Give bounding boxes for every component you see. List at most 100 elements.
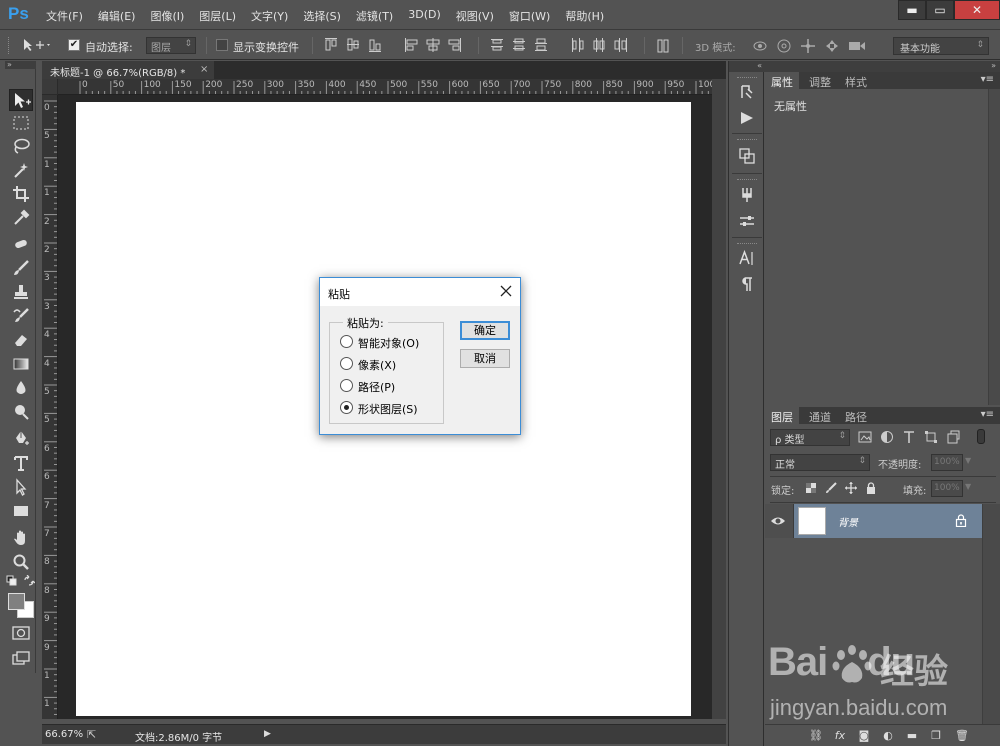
lock-pixels-icon[interactable] — [825, 482, 837, 494]
character-panel-icon[interactable] — [736, 249, 758, 269]
menu-3d[interactable]: 3D(D) — [408, 8, 448, 24]
brush-tool[interactable] — [9, 257, 33, 279]
lock-position-icon[interactable] — [845, 482, 857, 494]
auto-select-dropdown[interactable]: 图层 — [146, 37, 196, 54]
selected-layer[interactable]: 背景 — [793, 504, 982, 538]
tab-layers[interactable]: 图层 — [765, 407, 799, 424]
status-menu-arrow-icon[interactable]: ▶ — [264, 729, 271, 739]
menu-type[interactable]: 文字(Y) — [251, 8, 295, 24]
opacity-input[interactable]: 100% — [931, 454, 963, 471]
menu-filter[interactable]: 滤镜(T) — [356, 8, 400, 24]
dock-collapse[interactable]: « — [729, 61, 765, 72]
document-scrollbar[interactable] — [712, 79, 726, 719]
label-smart-object[interactable]: 智能对象(O) — [358, 335, 419, 351]
dock-grip[interactable] — [737, 179, 757, 181]
layers-scrollbar[interactable] — [982, 504, 1000, 724]
menu-file[interactable]: 文件(F) — [46, 8, 90, 24]
crop-tool[interactable] — [9, 183, 33, 205]
filter-pixel-icon[interactable] — [858, 429, 872, 445]
tools-panel-collapse[interactable]: » — [5, 61, 36, 69]
pen-tool[interactable] — [9, 427, 33, 449]
distribute-top-icon[interactable] — [490, 37, 504, 53]
auto-align-icon[interactable] — [656, 38, 670, 54]
panel-menu-icon[interactable]: ▾≡ — [981, 74, 994, 85]
tab-adjustments[interactable]: 调整 — [803, 72, 837, 89]
paragraph-panel-icon[interactable] — [736, 275, 758, 295]
eraser-tool[interactable] — [9, 329, 33, 351]
swap-colors-icon[interactable] — [23, 575, 35, 587]
tab-properties[interactable]: 属性 — [765, 72, 799, 89]
clone-source-panel-icon[interactable] — [736, 147, 758, 167]
workspace-dropdown[interactable]: 基本功能 — [893, 37, 989, 55]
label-path[interactable]: 路径(P) — [358, 379, 395, 395]
marquee-tool[interactable] — [9, 112, 33, 134]
zoom-tool[interactable] — [9, 551, 33, 573]
foreground-color-swatch[interactable] — [8, 593, 25, 610]
3d-slide-icon[interactable] — [824, 38, 840, 54]
align-right-icon[interactable] — [448, 37, 462, 53]
fill-dropdown-icon[interactable]: ▼ — [965, 482, 971, 491]
zoom-level[interactable]: 66.67% — [45, 729, 83, 740]
right-dock-collapse[interactable]: » — [991, 61, 996, 71]
filter-toggle[interactable] — [977, 429, 985, 444]
filter-smart-object-icon[interactable] — [946, 429, 960, 445]
export-icon[interactable]: ⇱ — [87, 728, 96, 741]
distribute-right-icon[interactable] — [614, 37, 628, 53]
ruler-origin[interactable] — [42, 79, 58, 95]
new-layer-icon[interactable]: ❐ — [929, 729, 943, 743]
quick-mask-icon[interactable] — [12, 626, 30, 640]
lasso-tool[interactable] — [9, 135, 33, 157]
distribute-left-icon[interactable] — [570, 37, 584, 53]
gradient-tool[interactable] — [9, 353, 33, 375]
radio-pixels[interactable] — [340, 357, 353, 370]
close-icon[interactable] — [498, 283, 514, 299]
filter-type-icon[interactable] — [902, 429, 916, 445]
layer-filter-dropdown[interactable]: ρ 类型 — [770, 429, 850, 446]
type-tool[interactable] — [9, 452, 33, 474]
lock-transparent-icon[interactable] — [805, 482, 817, 494]
quick-select-tool[interactable] — [9, 159, 33, 181]
menu-view[interactable]: 视图(V) — [456, 8, 501, 24]
menu-edit[interactable]: 编辑(E) — [98, 8, 143, 24]
radio-shape-layer[interactable] — [340, 401, 353, 414]
tool-preset-picker[interactable] — [22, 37, 52, 57]
minimize-button[interactable]: ▬ — [898, 0, 926, 20]
close-window-button[interactable]: ✕ — [954, 0, 1000, 20]
show-transform-checkbox[interactable] — [216, 39, 228, 51]
menu-image[interactable]: 图像(I) — [150, 8, 191, 24]
dock-grip[interactable] — [737, 139, 757, 141]
delete-layer-icon[interactable]: 🗑 — [955, 729, 969, 743]
distribute-bottom-icon[interactable] — [534, 37, 548, 53]
align-top-icon[interactable] — [324, 37, 338, 53]
menu-layer[interactable]: 图层(L) — [199, 8, 243, 24]
path-select-tool[interactable] — [9, 476, 33, 498]
layer-name[interactable]: 背景 — [838, 514, 858, 529]
close-document-icon[interactable]: × — [200, 64, 208, 75]
align-hcenter-icon[interactable] — [426, 37, 440, 53]
adjustment-layer-icon[interactable]: ◐ — [881, 729, 895, 743]
brush-settings-panel-icon[interactable] — [736, 212, 758, 232]
new-group-icon[interactable]: ▬ — [905, 729, 919, 743]
blend-mode-dropdown[interactable]: 正常 — [770, 454, 870, 471]
radio-smart-object[interactable] — [340, 335, 353, 348]
filter-shape-icon[interactable] — [924, 429, 938, 445]
menu-help[interactable]: 帮助(H) — [565, 8, 611, 24]
3d-rotate-icon[interactable] — [752, 38, 768, 54]
eyedropper-tool[interactable] — [9, 207, 33, 229]
3d-scale-icon[interactable] — [848, 38, 866, 54]
vertical-ruler[interactable]: 0 5 1 1 2 2 3 3 4 4 5 5 6 6 7 7 8 8 9 9 1 1 — [42, 95, 58, 719]
3d-drag-icon[interactable] — [800, 38, 816, 54]
distribute-vcenter-icon[interactable] — [512, 37, 526, 53]
blur-tool[interactable] — [9, 377, 33, 399]
cancel-button[interactable]: 取消 — [460, 349, 510, 368]
add-mask-icon[interactable]: ◙ — [857, 729, 871, 743]
fill-input[interactable]: 100% — [931, 480, 963, 497]
properties-scrollbar[interactable] — [988, 89, 1000, 405]
dock-grip[interactable] — [737, 243, 757, 245]
align-vcenter-icon[interactable] — [346, 37, 360, 53]
screen-mode-icon[interactable] — [12, 651, 30, 665]
label-pixels[interactable]: 像素(X) — [358, 357, 396, 373]
auto-select-checkbox[interactable]: ✔ — [68, 39, 80, 51]
options-bar-grip[interactable] — [8, 37, 11, 54]
menu-select[interactable]: 选择(S) — [303, 8, 348, 24]
